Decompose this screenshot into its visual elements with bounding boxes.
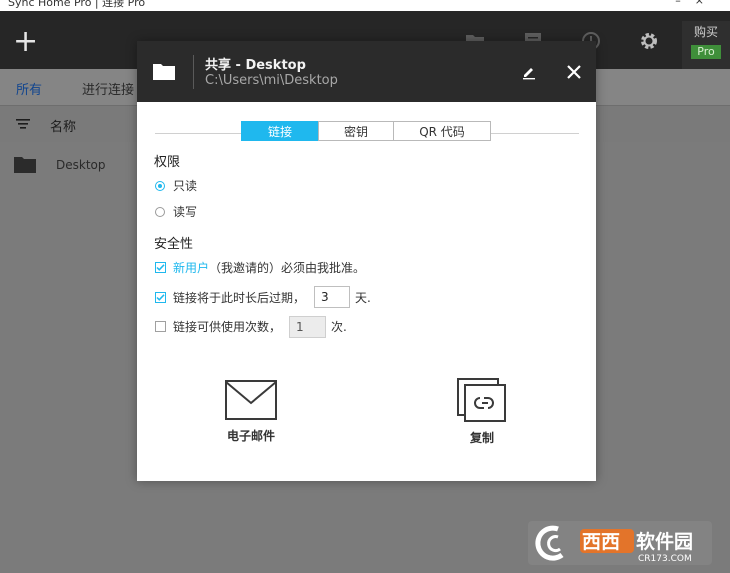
tab-divider-left: [155, 133, 241, 134]
svg-text:西西: 西西: [582, 531, 620, 553]
site-watermark: 西西 软件园 CR173.COM: [528, 521, 712, 565]
dialog-title: 共享 - Desktop: [205, 58, 306, 73]
svg-text:CR173.COM: CR173.COM: [638, 554, 692, 564]
watermark-logo-icon: 西西 软件园 CR173.COM: [528, 521, 712, 565]
header-divider: [193, 55, 194, 89]
copy-link-icon: [457, 378, 506, 422]
expire-unit: 天.: [355, 291, 371, 305]
buy-label: 购买: [693, 25, 718, 39]
approve-users-suffix: （我邀请的）必须由我批准。: [209, 261, 366, 275]
share-dialog: 共享 - Desktop C:\Users\mi\Desktop 链接 密钥 Q…: [137, 41, 596, 481]
use-limit-label: 链接可供使用次数，: [173, 320, 282, 334]
buy-pro-button[interactable]: 购买 Pro: [682, 21, 730, 69]
pencil-icon[interactable]: [521, 64, 537, 80]
expire-label: 链接将于此时长后过期，: [173, 291, 306, 305]
mail-icon: [225, 380, 277, 420]
use-limit-checkbox[interactable]: [155, 321, 166, 332]
window-controls[interactable]: –×: [675, 0, 718, 7]
folder-icon: [14, 157, 36, 173]
pro-badge: Pro: [691, 45, 721, 59]
read-write-label[interactable]: 读写: [173, 203, 197, 220]
sort-icon[interactable]: [16, 118, 30, 130]
read-only-radio[interactable]: [155, 181, 165, 191]
tab-connecting[interactable]: 进行连接: [82, 79, 134, 98]
gear-icon[interactable]: [638, 30, 660, 52]
permissions-heading: 权限: [154, 155, 181, 170]
share-dialog-header: 共享 - Desktop C:\Users\mi\Desktop: [137, 41, 596, 102]
copy-button[interactable]: 复制: [442, 377, 522, 446]
email-button[interactable]: 电子邮件: [211, 379, 291, 444]
security-heading: 安全性: [154, 237, 194, 252]
expire-days-input[interactable]: 3: [314, 286, 350, 308]
folder-path: C:\Users\mi\Desktop: [205, 73, 338, 88]
folder-icon: [153, 64, 175, 80]
tab-divider-right: [491, 133, 579, 134]
column-name-header[interactable]: 名称: [50, 116, 76, 135]
tab-link[interactable]: 链接: [241, 121, 319, 141]
close-icon[interactable]: [565, 63, 583, 81]
app-titlebar: Sync Home Pro | 连接 Pro –×: [0, 0, 730, 11]
use-limit-unit: 次.: [331, 320, 347, 334]
file-name: Desktop: [56, 158, 106, 172]
approve-users-label: 新用户（我邀请的）必须由我批准。: [173, 259, 365, 276]
expire-checkbox[interactable]: [155, 292, 166, 303]
window-title: Sync Home Pro | 连接 Pro: [8, 0, 146, 9]
tab-qr-code[interactable]: QR 代码: [393, 121, 491, 141]
read-only-label[interactable]: 只读: [173, 177, 197, 194]
email-label: 电子邮件: [226, 429, 275, 443]
approve-users-checkbox[interactable]: [155, 262, 166, 273]
svg-text:软件园: 软件园: [636, 530, 693, 553]
read-write-radio[interactable]: [155, 207, 165, 217]
tab-key[interactable]: 密钥: [318, 121, 394, 141]
use-limit-input[interactable]: 1: [289, 316, 326, 338]
new-users-link[interactable]: 新用户: [173, 261, 209, 275]
copy-label: 复制: [469, 431, 494, 445]
add-icon[interactable]: +: [13, 27, 38, 57]
tab-all[interactable]: 所有: [16, 79, 42, 98]
